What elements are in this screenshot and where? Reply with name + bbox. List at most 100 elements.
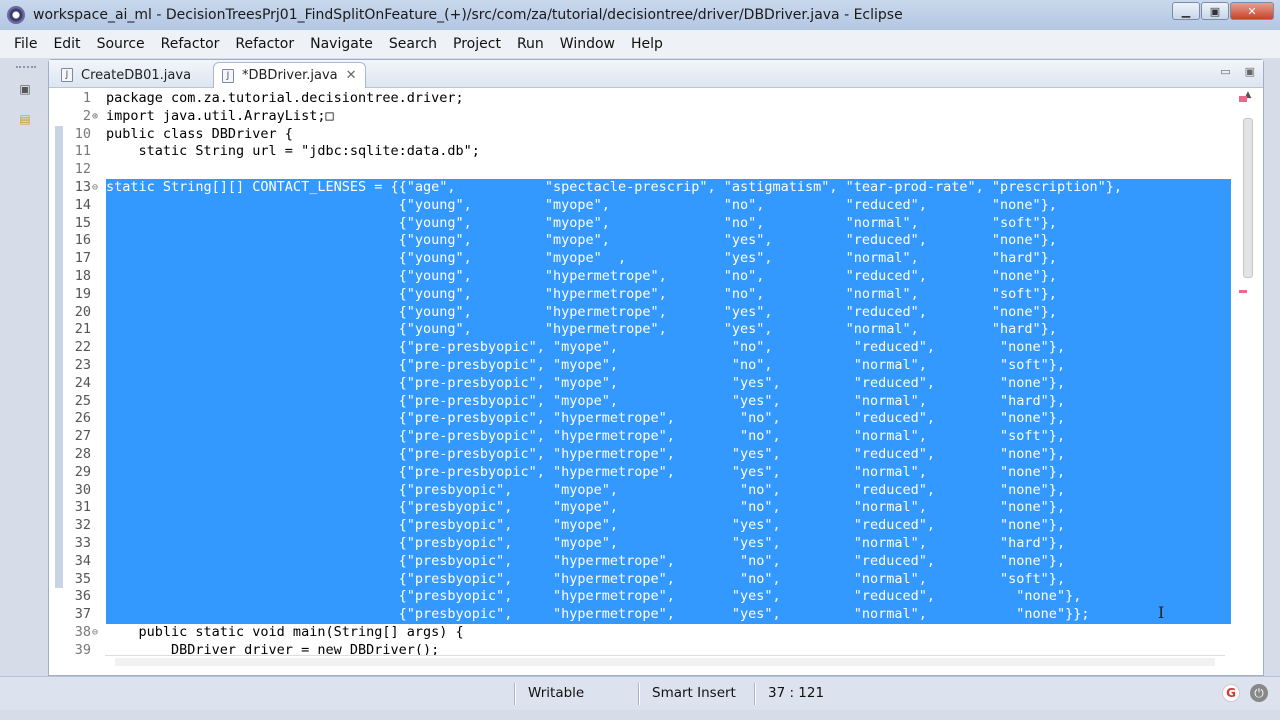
code-text: {"pre-presbyopic", "hypermetrope", "yes"… xyxy=(106,463,1066,480)
vertical-scrollbar[interactable]: ▲ xyxy=(1239,90,1257,656)
menu-item-file[interactable]: File xyxy=(6,30,45,58)
minimize-view-icon[interactable]: ▭ xyxy=(1220,65,1230,78)
code-line[interactable]: 37 {"presbyopic", "hypermetrope", "yes",… xyxy=(55,606,1231,624)
menu-item-run[interactable]: Run xyxy=(509,30,552,58)
code-text: static String[][] CONTACT_LENSES = {{"ag… xyxy=(106,179,1122,195)
code-line[interactable]: 11 static String url = "jdbc:sqlite:data… xyxy=(55,143,1231,161)
menu-item-edit[interactable]: Edit xyxy=(45,30,88,58)
tab-createdb01[interactable]: J CreateDB01.java xyxy=(53,62,199,88)
line-number: 22 xyxy=(74,339,91,356)
code-line[interactable]: 35 {"presbyopic", "hypermetrope", "no", … xyxy=(55,570,1231,589)
code-text: {"presbyopic", "myope", "no", "normal", … xyxy=(106,499,1066,516)
code-text: static String url = "jdbc:sqlite:data.db… xyxy=(106,143,480,160)
scroll-thumb[interactable] xyxy=(1243,118,1253,278)
window-controls: ▁ ▣ ✕ xyxy=(1172,2,1274,20)
code-line[interactable]: 1 package com.za.tutorial.decisiontree.dr… xyxy=(55,90,1231,108)
menu-item-search[interactable]: Search xyxy=(381,30,445,58)
close-window-button[interactable]: ✕ xyxy=(1230,2,1274,20)
code-line[interactable]: 13 ⊖ static String[][] CONTACT_LENSES = {{… xyxy=(55,179,1231,197)
window-title: workspace_ai_ml - DecisionTreesPrj01_Fin… xyxy=(33,7,903,23)
menu-item-window[interactable]: Window xyxy=(552,30,623,58)
line-number: 25 xyxy=(74,392,91,409)
code-line[interactable]: 24 {"pre-presbyopic", "myope", "yes", "r… xyxy=(55,374,1231,393)
tab-dbdriver[interactable]: J *DBDriver.java ✕ xyxy=(213,62,366,88)
fold-toggle-icon[interactable]: ⊖ xyxy=(92,624,102,642)
code-line[interactable]: 39 DBDriver driver = new DBDriver(); xyxy=(55,642,1231,656)
restore-view-icon[interactable]: ▣ xyxy=(14,78,36,100)
code-line[interactable]: 30 {"presbyopic", "myope", "no", "reduce… xyxy=(55,481,1231,500)
status-separator xyxy=(638,683,640,705)
code-line[interactable]: 27 {"pre-presbyopic", "hypermetrope", "n… xyxy=(55,428,1231,446)
menu-item-project[interactable]: Project xyxy=(445,30,509,58)
horizontal-scrollbar[interactable] xyxy=(105,655,1225,669)
code-line[interactable]: 10 public class DBDriver { xyxy=(55,126,1231,144)
code-text: {"pre-presbyopic", "hypermetrope", "no",… xyxy=(106,428,1066,445)
fold-toggle-icon[interactable]: ⊖ xyxy=(92,179,102,197)
editor-tab-bar: J CreateDB01.java J *DBDriver.java ✕ ▭ ▣ xyxy=(49,60,1263,88)
tab-label: CreateDB01.java xyxy=(81,67,192,83)
code-text: {"pre-presbyopic", "myope", "yes", "norm… xyxy=(106,392,1066,409)
power-icon[interactable]: ⏻ xyxy=(1250,684,1268,702)
status-insert-mode: Smart Insert xyxy=(652,685,736,701)
line-number: 23 xyxy=(74,357,91,373)
code-line[interactable]: 23 {"pre-presbyopic", "myope", "no", "no… xyxy=(55,357,1231,375)
code-line[interactable]: 32 {"presbyopic", "myope", "yes", "reduc… xyxy=(55,517,1231,535)
code-line[interactable]: 20 {"young", "hypermetrope", "yes", "red… xyxy=(55,303,1231,322)
menu-item-refactor[interactable]: Refactor xyxy=(153,30,228,58)
google-icon[interactable]: G xyxy=(1222,684,1240,702)
code-line[interactable]: 22 {"pre-presbyopic", "myope", "no", "re… xyxy=(55,339,1231,357)
status-separator xyxy=(514,683,516,705)
status-bar: Writable Smart Insert 37 : 121 G ⏻ xyxy=(0,676,1280,710)
code-line[interactable]: 29 {"pre-presbyopic", "hypermetrope", "y… xyxy=(55,463,1231,482)
code-line[interactable]: 16 {"young", "myope", "yes", "reduced", … xyxy=(55,232,1231,251)
overview-marker[interactable] xyxy=(1239,96,1247,102)
code-line[interactable]: 28 {"pre-presbyopic", "hypermetrope", "y… xyxy=(55,446,1231,464)
code-line[interactable]: 25 {"pre-presbyopic", "myope", "yes", "n… xyxy=(55,392,1231,411)
code-text: {"presbyopic", "myope", "no", "reduced",… xyxy=(106,481,1066,498)
line-number: 1 xyxy=(82,90,91,106)
line-number: 34 xyxy=(74,552,91,569)
code-text: {"presbyopic", "hypermetrope", "no", "re… xyxy=(106,552,1066,569)
code-text: {"pre-presbyopic", "myope", "no", "norma… xyxy=(106,357,1066,373)
code-line[interactable]: 31 {"presbyopic", "myope", "no", "normal… xyxy=(55,499,1231,518)
package-explorer-icon[interactable]: ▤ xyxy=(14,108,36,130)
view-controls: ▭ ▣ xyxy=(1220,65,1255,78)
minimize-button[interactable]: ▁ xyxy=(1172,2,1200,20)
menu-item-refactor[interactable]: Refactor xyxy=(227,30,302,58)
menu-item-navigate[interactable]: Navigate xyxy=(302,30,381,58)
code-line[interactable]: 14 {"young", "myope", "no", "reduced", "… xyxy=(55,196,1231,215)
code-line[interactable]: 34 {"presbyopic", "hypermetrope", "no", … xyxy=(55,552,1231,571)
fold-toggle-icon[interactable]: ⊕ xyxy=(92,108,102,126)
menu-item-help[interactable]: Help xyxy=(623,30,671,58)
code-line[interactable]: 2 ⊕ import java.util.ArrayList;□ xyxy=(55,108,1231,126)
code-text: public static void main(String[] args) { xyxy=(106,624,464,640)
status-icons: G ⏻ xyxy=(1222,684,1268,702)
trim-handle[interactable] xyxy=(16,66,36,70)
line-number: 12 xyxy=(74,161,91,178)
code-text: {"presbyopic", "myope", "yes", "reduced"… xyxy=(106,517,1066,534)
code-text: {"presbyopic", "hypermetrope", "yes", "n… xyxy=(106,606,1090,623)
code-line[interactable]: 26 {"pre-presbyopic", "hypermetrope", "n… xyxy=(55,410,1231,429)
code-line[interactable]: 19 {"young", "hypermetrope", "no", "norm… xyxy=(55,285,1231,304)
code-line[interactable]: 36 {"presbyopic", "hypermetrope", "yes",… xyxy=(55,588,1231,607)
code-text: {"young", "myope" , "yes", "normal", "ha… xyxy=(106,250,1057,267)
line-number: 27 xyxy=(74,428,91,445)
line-number: 31 xyxy=(74,499,91,516)
code-editor[interactable]: 1 package com.za.tutorial.decisiontree.dr… xyxy=(55,90,1231,656)
maximize-view-icon[interactable]: ▣ xyxy=(1245,65,1255,78)
close-tab-icon[interactable]: ✕ xyxy=(346,68,357,83)
hscroll-thumb[interactable] xyxy=(115,658,1215,666)
code-line[interactable]: 12 xyxy=(55,161,1231,179)
title-bar: workspace_ai_ml - DecisionTreesPrj01_Fin… xyxy=(0,0,1280,30)
menu-item-source[interactable]: Source xyxy=(89,30,153,58)
code-line[interactable]: 33 {"presbyopic", "myope", "yes", "norma… xyxy=(55,535,1231,553)
editor-panel: J CreateDB01.java J *DBDriver.java ✕ ▭ ▣… xyxy=(48,59,1264,676)
code-text: {"young", "myope", "no", "reduced", "non… xyxy=(106,196,1057,213)
code-line[interactable]: 18 {"young", "hypermetrope", "no", "redu… xyxy=(55,268,1231,286)
overview-marker[interactable] xyxy=(1239,290,1247,293)
code-line[interactable]: 15 {"young", "myope", "no", "normal", "s… xyxy=(55,214,1231,233)
code-line[interactable]: 17 {"young", "myope" , "yes", "normal", … xyxy=(55,250,1231,268)
code-line[interactable]: 21 {"young", "hypermetrope", "yes", "nor… xyxy=(55,321,1231,340)
maximize-button[interactable]: ▣ xyxy=(1201,2,1229,20)
code-line[interactable]: 38 ⊖ public static void main(String[] arg… xyxy=(55,624,1231,642)
